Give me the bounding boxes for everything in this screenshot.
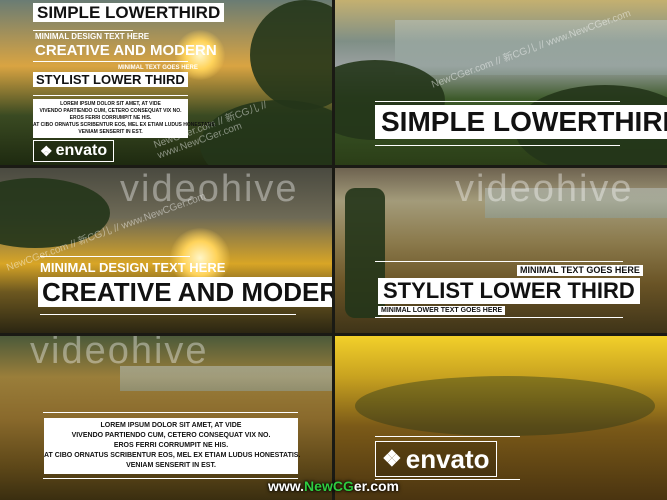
grass-silhouette — [355, 376, 655, 436]
body-line: LOREM IPSUM DOLOR SIT AMET, AT VIDE — [100, 422, 242, 429]
preview-panel-6: ❖ envato — [335, 336, 667, 500]
title-box: SIMPLE LOWERTHIRD — [33, 3, 225, 22]
logo-text: envato — [55, 142, 108, 159]
body-line: VENIAM SENSERIT IN EST. — [78, 129, 143, 135]
leaf-icon: ❖ — [40, 142, 53, 159]
body-line: VENIAM SENSERIT IN EST. — [126, 462, 216, 469]
body-line: EROS FERRI CORRUMPIT NE HIS. — [113, 442, 229, 449]
top-label-box: MINIMAL TEXT GOES HERE — [517, 265, 643, 276]
divider — [43, 412, 298, 413]
body-line: EROS FERRI CORRUMPIT NE HIS. — [69, 115, 152, 121]
divider — [375, 101, 620, 102]
preview-panel-5: videohive LOREM IPSUM DOLOR SIT AMET, AT… — [0, 336, 332, 500]
videohive-watermark: videohive — [455, 168, 634, 210]
divider — [33, 95, 188, 96]
envato-logo: ❖ envato — [33, 140, 115, 162]
body-line: VIVENDO PARTIENDO CUM, CETERO CONSEQUAT … — [71, 432, 271, 439]
envato-logo: ❖ envato — [375, 441, 497, 477]
divider — [375, 436, 520, 437]
divider — [375, 317, 623, 318]
preview-panel-4: videohive MINIMAL TEXT GOES HERE STYLIST… — [335, 168, 667, 333]
bottom-label-box: MINIMAL LOWER TEXT GOES HERE — [378, 306, 506, 315]
divider — [33, 30, 133, 31]
body-text-box: LOREM IPSUM DOLOR SIT AMET, AT VIDE VIVE… — [33, 99, 217, 138]
heading-box: CREATIVE AND MODERN — [38, 277, 332, 307]
videohive-watermark: videohive — [30, 336, 209, 372]
divider — [40, 314, 296, 315]
body-line: AT CIBO ORNATUS SCRIBENTUR EOS, MEL EX E… — [44, 452, 301, 459]
divider — [40, 256, 190, 257]
small-heading: MINIMAL DESIGN TEXT HERE — [35, 32, 150, 41]
body-line: LOREM IPSUM DOLOR SIT AMET, AT VIDE — [60, 101, 161, 107]
divider — [375, 261, 623, 262]
logo-text: envato — [405, 443, 490, 474]
body-line: AT CIBO ORNATUS SCRIBENTUR EOS, MEL EX E… — [33, 122, 217, 128]
preview-panel-1: NewCGer.com // 新CG儿 // www.NewCGer.com S… — [0, 0, 332, 165]
divider — [33, 61, 188, 62]
footer-suffix: er.com — [353, 478, 399, 494]
body-text-box: LOREM IPSUM DOLOR SIT AMET, AT VIDE VIVE… — [44, 418, 301, 474]
title-box: SIMPLE LOWERTHIRD — [375, 105, 667, 139]
heading-box: STYLIST LOWER THIRD — [378, 278, 640, 304]
divider — [375, 145, 620, 146]
videohive-watermark: videohive — [120, 168, 299, 210]
leaf-icon: ❖ — [382, 446, 402, 471]
heading: CREATIVE AND MODERN — [35, 42, 217, 59]
site-footer-watermark: www.NewCGer.com — [0, 478, 667, 500]
small-heading: MINIMAL DESIGN TEXT HERE — [40, 260, 226, 275]
preview-panel-2: NewCGer.com // 新CG儿 // www.NewCGer.com S… — [335, 0, 667, 165]
tiny-label: MINIMAL TEXT GOES HERE — [118, 65, 198, 71]
preview-panel-3: videohive NewCGer.com // 新CG儿 // www.New… — [0, 168, 332, 333]
sub-heading-box: STYLIST LOWER THIRD — [33, 72, 188, 87]
body-line: VIVENDO PARTIENDO CUM, CETERO CONSEQUAT … — [39, 108, 182, 114]
footer-prefix: www. — [268, 478, 305, 494]
footer-highlight: NewCG — [304, 478, 354, 494]
